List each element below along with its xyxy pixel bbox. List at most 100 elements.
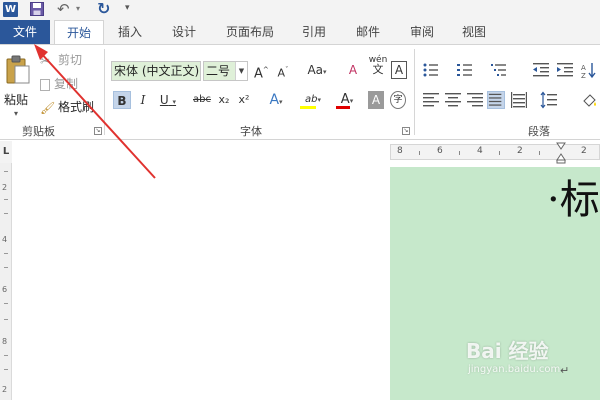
distributed-icon[interactable] <box>510 91 528 109</box>
char-shading-button[interactable]: A <box>368 91 384 109</box>
customize-qat-icon[interactable]: ▾ <box>125 3 130 13</box>
italic-icon: I <box>140 93 146 107</box>
paste-icon[interactable] <box>6 55 30 85</box>
enclose-char-icon: 字 <box>393 95 403 105</box>
copy-label: 复制 <box>54 77 79 91</box>
undo-icon[interactable]: ↶ <box>57 1 75 17</box>
document-title-text[interactable]: ·标 <box>547 176 600 224</box>
copy-button[interactable]: 复制 <box>40 75 78 93</box>
paste-dropdown-icon[interactable]: ▾ <box>14 109 18 118</box>
change-case-icon: Aa <box>307 63 324 77</box>
tab-home[interactable]: 开始 <box>54 20 104 45</box>
watermark-main-text: Bai 经验 <box>466 339 549 363</box>
svg-text:Z: Z <box>581 72 586 79</box>
ruler-number: 4 <box>2 235 8 244</box>
phonetic-guide-button[interactable]: wén 文 <box>368 55 388 75</box>
ruler-number: 2 <box>581 146 587 156</box>
strikethrough-button[interactable]: abc <box>190 91 214 109</box>
tab-view[interactable]: 视图 <box>452 20 496 44</box>
font-name-select[interactable]: 宋体 (中文正文) <box>111 61 201 81</box>
superscript-button[interactable]: x² <box>236 91 252 109</box>
cut-button[interactable]: ✂ 剪切 <box>40 51 82 69</box>
char-border-icon: A <box>394 63 404 77</box>
numbering-icon[interactable] <box>456 61 474 79</box>
font-launcher-icon[interactable]: ↘ <box>402 127 410 135</box>
font-size-value: 二号 <box>206 64 231 78</box>
ruler-tick <box>4 171 8 172</box>
undo-dropdown-icon[interactable]: ▾ <box>76 4 80 13</box>
shading-icon[interactable] <box>580 91 598 109</box>
ruler-number: 2 <box>2 385 8 394</box>
ruler-tick <box>499 151 500 155</box>
watermark-logo: Bai 经验 jingyan.baidu.com <box>466 335 560 375</box>
sort-icon[interactable]: A Z <box>580 61 598 79</box>
tab-references[interactable]: 引用 <box>292 20 336 44</box>
enclose-char-button[interactable]: 字 <box>390 91 406 109</box>
horizontal-ruler[interactable]: 8 6 4 2 2 <box>390 142 600 164</box>
strikethrough-icon: abc <box>193 94 211 105</box>
format-painter-label: 格式刷 <box>58 100 95 114</box>
font-color-swatch <box>336 106 350 109</box>
ruler-number: 4 <box>477 146 483 156</box>
tab-design[interactable]: 设计 <box>162 20 206 44</box>
bullets-icon[interactable] <box>422 61 440 79</box>
redo-icon[interactable]: ↻ <box>97 0 115 18</box>
paragraph-group-label: 段落 <box>528 125 550 138</box>
align-center-icon[interactable] <box>444 91 462 109</box>
ribbon-home: 粘贴 ▾ ✂ 剪切 复制 🖌 格式刷 剪贴板 ↘ 宋体 (中文正文) 二号 ▼ A^… <box>0 44 600 140</box>
ruler-tick <box>4 369 8 370</box>
ruler-number: 2 <box>2 183 8 192</box>
grow-font-button[interactable]: A^ <box>254 61 269 82</box>
highlight-button[interactable]: ab▾ <box>298 91 328 109</box>
indent-marker-icon[interactable] <box>556 142 566 164</box>
watermark-sub-text: jingyan.baidu.com <box>468 364 561 375</box>
text-effect-icon: A <box>269 92 280 108</box>
ruler-tick <box>4 355 8 356</box>
word-app-icon[interactable]: W <box>3 2 18 17</box>
clear-format-button[interactable]: A <box>344 61 362 79</box>
ruler-tick <box>4 319 8 320</box>
save-icon[interactable] <box>30 2 44 16</box>
ruler-tick <box>459 151 460 155</box>
bold-button[interactable]: B <box>113 91 131 109</box>
tab-page-layout[interactable]: 页面布局 <box>218 20 282 44</box>
tab-review[interactable]: 审阅 <box>400 20 444 44</box>
tab-mailings[interactable]: 邮件 <box>346 20 390 44</box>
ruler-number: 2 <box>517 146 523 156</box>
clipboard-group-label: 剪贴板 <box>22 125 55 138</box>
tab-selector[interactable]: L <box>0 141 12 163</box>
underline-button[interactable]: U ▾ <box>157 91 179 109</box>
paste-button[interactable]: 粘贴 <box>4 91 28 108</box>
decrease-indent-icon[interactable] <box>532 61 550 79</box>
font-color-button[interactable]: A▾ <box>334 91 360 109</box>
tab-file[interactable]: 文件 <box>0 20 50 44</box>
text-effect-button[interactable]: A▾ <box>264 91 288 109</box>
highlight-color-swatch <box>300 106 316 109</box>
char-border-button[interactable]: A <box>391 61 407 79</box>
change-case-button[interactable]: Aa▾ <box>304 61 330 79</box>
format-painter-button[interactable]: 🖌 格式刷 <box>40 98 94 116</box>
line-spacing-icon[interactable] <box>540 91 558 109</box>
subscript-button[interactable]: x₂ <box>216 91 232 109</box>
ruler-number: 6 <box>437 146 443 156</box>
shrink-font-button[interactable]: Aˇ <box>276 61 290 80</box>
clipboard-launcher-icon[interactable]: ↘ <box>94 127 102 135</box>
vertical-ruler[interactable]: 2 4 6 8 2 <box>0 163 12 400</box>
ruler-number: 8 <box>2 337 8 346</box>
align-left-icon[interactable] <box>422 91 440 109</box>
subscript-icon: x₂ <box>218 93 230 106</box>
multilevel-list-icon[interactable] <box>490 61 508 79</box>
tab-insert[interactable]: 插入 <box>108 20 152 44</box>
bold-icon: B <box>117 94 127 108</box>
grow-font-icon: A <box>254 66 263 82</box>
chevron-down-icon: ▼ <box>235 62 247 80</box>
align-right-icon[interactable] <box>466 91 484 109</box>
italic-button[interactable]: I <box>136 91 150 109</box>
copy-icon <box>40 78 50 91</box>
font-size-select[interactable]: 二号 ▼ <box>203 61 248 81</box>
increase-indent-icon[interactable] <box>556 61 574 79</box>
group-divider <box>104 49 105 135</box>
justify-icon[interactable] <box>487 91 505 109</box>
ruler-tick <box>4 303 8 304</box>
group-divider <box>414 49 415 135</box>
